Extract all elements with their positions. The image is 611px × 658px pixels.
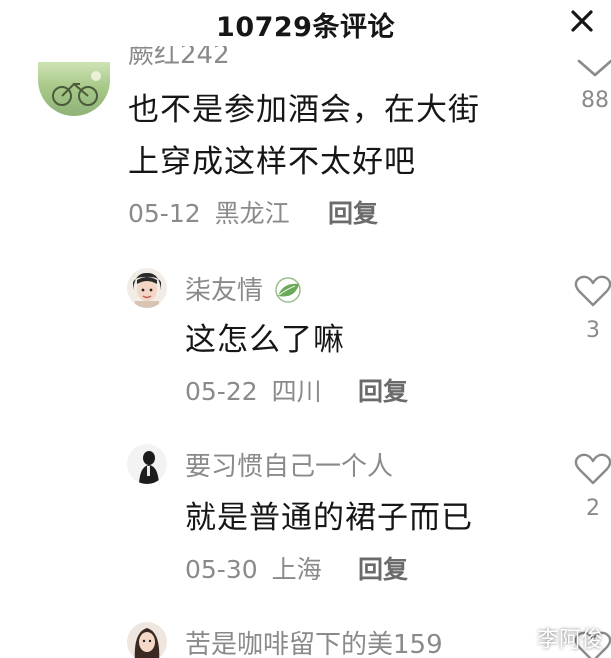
reply-location: 四川 [271, 377, 322, 406]
avatar[interactable] [38, 62, 110, 116]
reply-text: 这怎么了嘛 [185, 322, 345, 358]
avatar[interactable] [127, 622, 167, 658]
heart-icon[interactable] [574, 274, 611, 308]
reply-username[interactable]: 要习惯自己一个人 [185, 446, 393, 483]
reply-username-text[interactable]: 柒友情 [185, 276, 263, 306]
comment-list[interactable]: 蕨红242 也不是参加酒会，在大街 上穿成这样不太好吧 05-12 黑龙江 回复… [0, 46, 611, 658]
avatar[interactable] [127, 268, 167, 308]
reply-button[interactable]: 回复 [328, 194, 378, 230]
like-count: 3 [586, 318, 600, 343]
watermark: 李阿俊 [536, 628, 603, 653]
reply-meta: 05-30 上海 [185, 550, 322, 586]
reply-date: 05-30 [185, 555, 258, 584]
reply-username[interactable]: 柒友情 [185, 270, 303, 307]
reply-text: 就是普通的裙子而已 [185, 500, 473, 536]
comments-header: 10729条评论 [0, 0, 611, 46]
reply-meta: 05-22 四川 [185, 372, 322, 408]
reply-button[interactable]: 回复 [358, 372, 408, 408]
reply-button[interactable]: 回复 [358, 550, 408, 586]
comment-text-line-2: 上穿成这样不太好吧 [128, 144, 416, 180]
comment-meta: 05-12 黑龙江 [128, 194, 290, 230]
close-icon[interactable] [567, 6, 597, 36]
reply-username[interactable]: 苦是咖啡留下的美159 [185, 624, 443, 658]
like-count: 88 [581, 88, 609, 113]
comment-location: 黑龙江 [214, 199, 290, 228]
heart-icon[interactable] [574, 452, 611, 486]
comment-date: 05-12 [128, 199, 201, 228]
comment-text-line-1: 也不是参加酒会，在大街 [128, 92, 480, 128]
comment-username[interactable]: 蕨红242 [128, 46, 230, 71]
comments-count-title: 10729条评论 [216, 12, 395, 43]
avatar[interactable] [127, 444, 167, 484]
heart-icon[interactable] [576, 58, 611, 78]
like-count: 2 [586, 496, 600, 521]
leaf-badge-icon [275, 277, 302, 303]
reply-date: 05-22 [185, 377, 258, 406]
reply-location: 上海 [271, 555, 322, 584]
